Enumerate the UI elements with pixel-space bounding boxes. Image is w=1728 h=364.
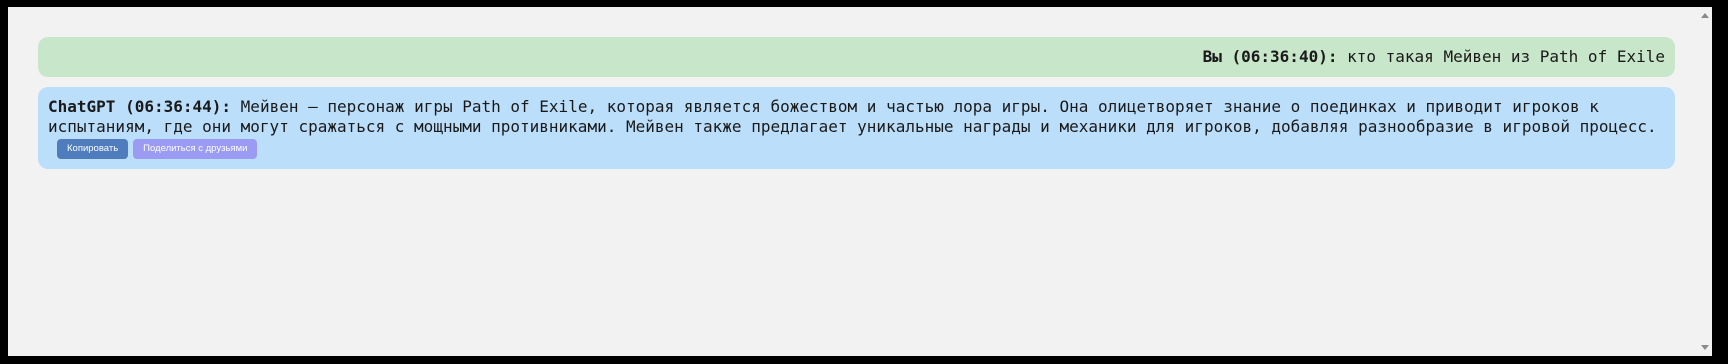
user-message-sender: Вы (06:36:40): [1202, 47, 1338, 66]
message-actions: Копировать Поделиться с друзьями [48, 139, 1665, 159]
scroll-down-arrow-icon[interactable] [1701, 345, 1709, 350]
bot-message-text: Мейвен – персонаж игры Path of Exile, ко… [48, 97, 1657, 136]
chat-log: Вы (06:36:40): кто такая Мейвен из Path … [38, 37, 1675, 169]
user-message: Вы (06:36:40): кто такая Мейвен из Path … [38, 37, 1675, 77]
copy-button[interactable]: Копировать [57, 139, 129, 159]
bot-message-body: ChatGPT (06:36:44): Мейвен – персонаж иг… [48, 97, 1665, 137]
scroll-up-arrow-icon[interactable] [1701, 13, 1709, 18]
share-button[interactable]: Поделиться с друзьями [133, 139, 258, 159]
bot-message-sender: ChatGPT (06:36:44): [48, 97, 232, 116]
chat-window: Вы (06:36:40): кто такая Мейвен из Path … [8, 7, 1712, 356]
vertical-scrollbar[interactable] [1698, 7, 1712, 356]
user-message-text: кто такая Мейвен из Path of Exile [1347, 47, 1665, 66]
bot-message: ChatGPT (06:36:44): Мейвен – персонаж иг… [38, 87, 1675, 169]
